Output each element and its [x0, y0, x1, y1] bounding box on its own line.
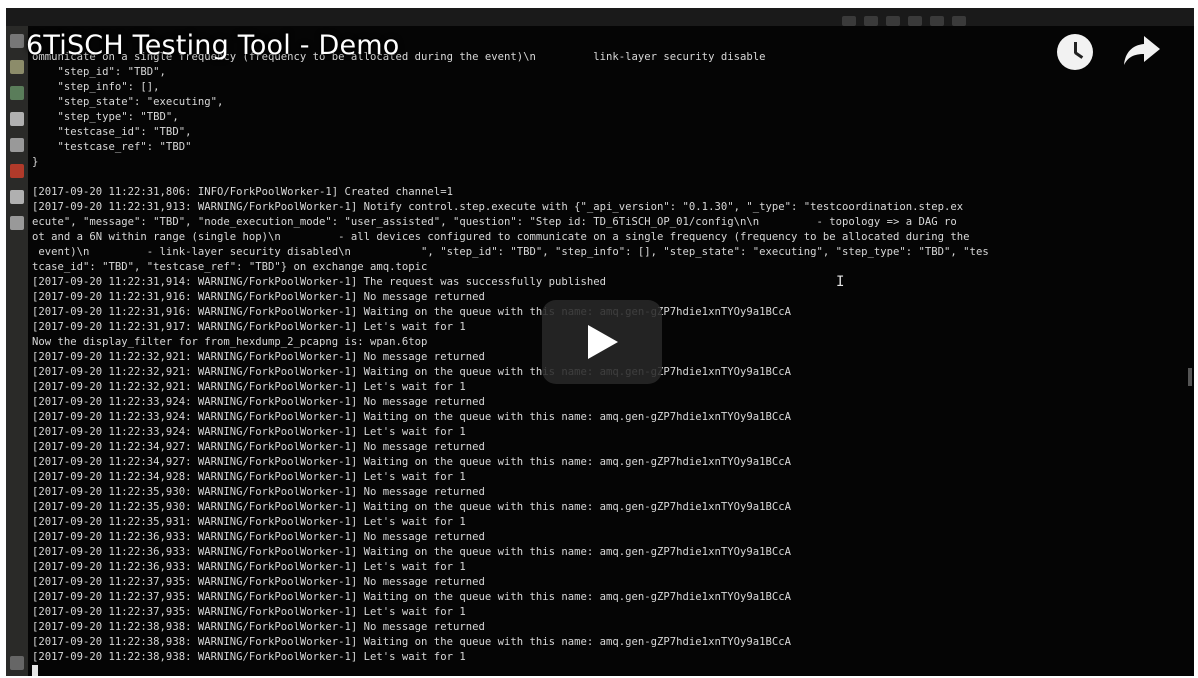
terminal-line: tcase_id": "TBD", "testcase_ref": "TBD"}… [32, 261, 428, 273]
terminal-line: [2017-09-20 11:22:34,928: WARNING/ForkPo… [32, 471, 466, 483]
terminal-line: "testcase_ref": "TBD" [32, 141, 192, 153]
indicator-icon [930, 16, 944, 26]
terminal-line: "step_type": "TBD", [32, 111, 179, 123]
app-icon[interactable] [10, 112, 24, 126]
terminal-line: "step_state": "executing", [32, 96, 224, 108]
terminal-line: [2017-09-20 11:22:38,938: WARNING/ForkPo… [32, 621, 485, 633]
terminal-line: [2017-09-20 11:22:34,927: WARNING/ForkPo… [32, 456, 791, 468]
launcher-sidebar [6, 26, 28, 676]
play-icon [588, 325, 618, 359]
terminal-line: [2017-09-20 11:22:36,933: WARNING/ForkPo… [32, 531, 485, 543]
files-icon[interactable] [10, 34, 24, 48]
share-arrow-icon[interactable] [1122, 34, 1162, 72]
terminal-line: [2017-09-20 11:22:38,938: WARNING/ForkPo… [32, 651, 466, 663]
indicator-icon [864, 16, 878, 26]
terminal-line: "step_id": "TBD", [32, 66, 166, 78]
terminal-line: [2017-09-20 11:22:37,935: WARNING/ForkPo… [32, 576, 485, 588]
clock-icon[interactable] [1057, 34, 1093, 70]
app-icon[interactable] [10, 60, 24, 74]
terminal-line: ecute", "message": "TBD", "node_executio… [32, 216, 957, 228]
top-panel [6, 8, 1194, 26]
scrollbar[interactable] [1188, 368, 1192, 386]
terminal-line: [2017-09-20 11:22:35,930: WARNING/ForkPo… [32, 501, 791, 513]
indicator-icon [886, 16, 900, 26]
panel-indicators [834, 11, 1184, 26]
terminal-prompt[interactable] [32, 665, 1190, 676]
terminal-line: event)\n - link-layer security disabled\… [32, 246, 989, 258]
terminal-line: [2017-09-20 11:22:37,935: WARNING/ForkPo… [32, 591, 791, 603]
video-title[interactable]: 6TiSCH Testing Tool - Demo [26, 30, 400, 61]
terminal-line: [2017-09-20 11:22:36,933: WARNING/ForkPo… [32, 546, 791, 558]
terminal-line: [2017-09-20 11:22:34,927: WARNING/ForkPo… [32, 441, 485, 453]
ibeam-cursor-icon: I [836, 274, 845, 290]
terminal-line: [2017-09-20 11:22:35,931: WARNING/ForkPo… [32, 516, 466, 528]
terminal-line: ot and a 6N within range (single hop)\n … [32, 231, 970, 243]
trash-icon[interactable] [10, 656, 24, 670]
terminal-line: [2017-09-20 11:22:37,935: WARNING/ForkPo… [32, 606, 466, 618]
terminal-line: [2017-09-20 11:22:36,933: WARNING/ForkPo… [32, 561, 466, 573]
terminal-icon[interactable] [10, 138, 24, 152]
text-cursor [32, 665, 38, 676]
terminal-line: "step_info": [], [32, 81, 160, 93]
terminal-line: [2017-09-20 11:22:33,924: WARNING/ForkPo… [32, 426, 466, 438]
app-icon[interactable] [10, 164, 24, 178]
terminal-line: [2017-09-20 11:22:33,924: WARNING/ForkPo… [32, 396, 485, 408]
terminal-line: [2017-09-20 11:22:31,914: WARNING/ForkPo… [32, 276, 607, 288]
terminal-line: [2017-09-20 11:22:31,913: WARNING/ForkPo… [32, 201, 964, 213]
play-button[interactable] [542, 300, 662, 384]
indicator-icon [842, 16, 856, 26]
terminal-line: } [32, 156, 39, 168]
indicator-icon [908, 16, 922, 26]
app-icon[interactable] [10, 86, 24, 100]
app-icon[interactable] [10, 190, 24, 204]
terminal-line: [2017-09-20 11:22:31,806: INFO/ForkPoolW… [32, 186, 453, 198]
terminal-line: [2017-09-20 11:22:33,924: WARNING/ForkPo… [32, 411, 791, 423]
terminal-line: [2017-09-20 11:22:35,930: WARNING/ForkPo… [32, 486, 485, 498]
app-icon[interactable] [10, 216, 24, 230]
terminal-line: "testcase_id": "TBD", [32, 126, 192, 138]
indicator-icon [952, 16, 966, 26]
terminal-line: [2017-09-20 11:22:38,938: WARNING/ForkPo… [32, 636, 791, 648]
